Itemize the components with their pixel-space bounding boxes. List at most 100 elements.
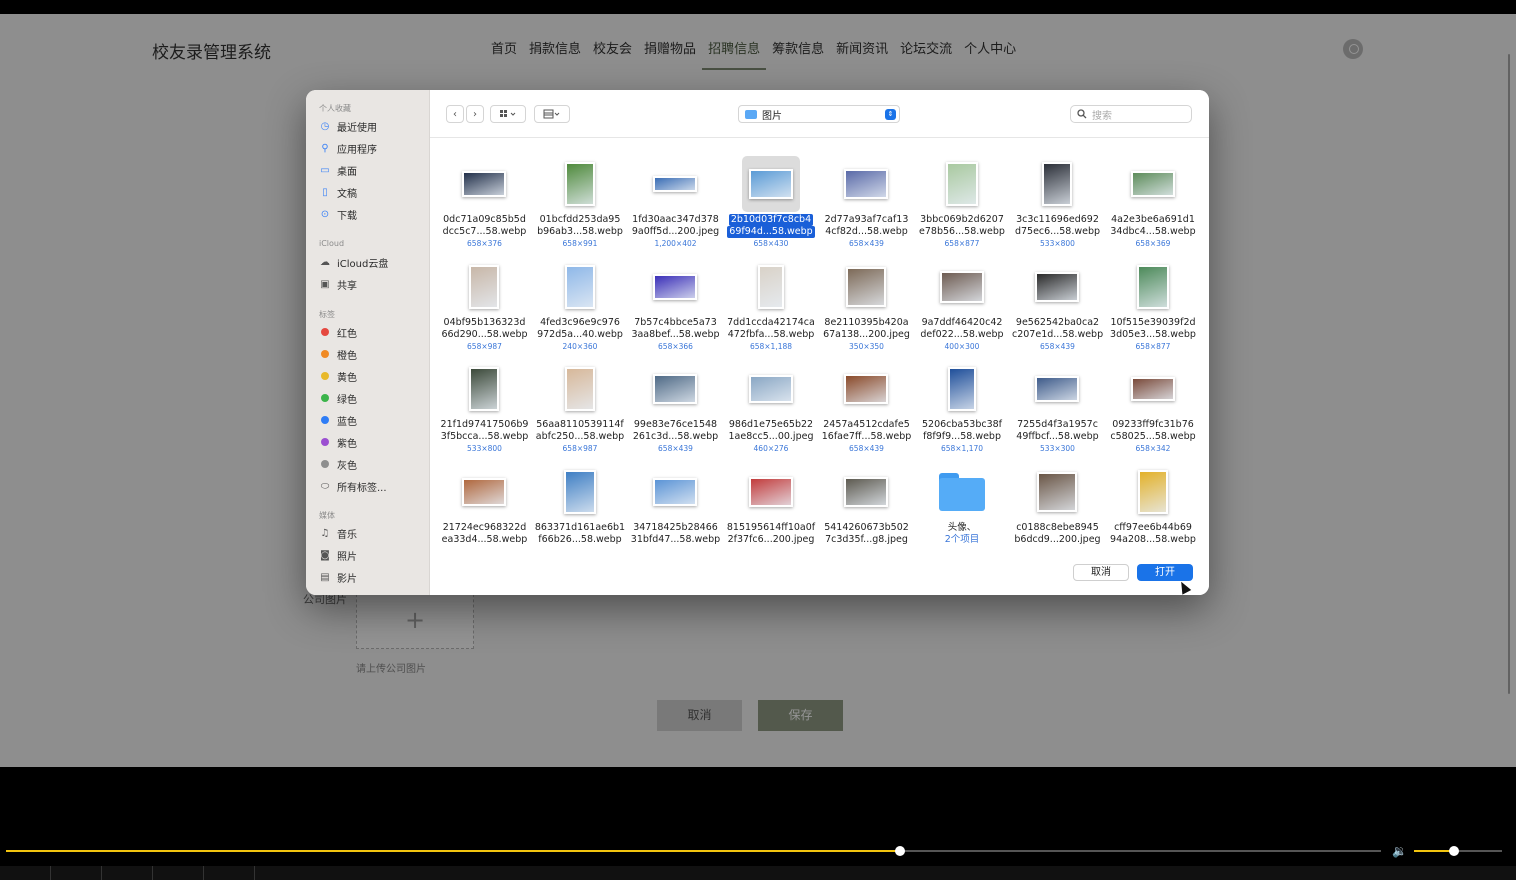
search-field[interactable]: 搜索	[1070, 105, 1192, 123]
file-item[interactable]: 04bf95b136323d 66d290...58.webp 658×987	[437, 241, 532, 351]
image-thumbnail	[653, 477, 697, 506]
volume-slider[interactable]	[1414, 846, 1502, 856]
file-item[interactable]: 1fd30aac347d378 9a0ff5d...200.jpeg 1,200×4…	[628, 138, 723, 248]
sidebar-item[interactable]: 黄色	[319, 367, 357, 385]
location-popup[interactable]: 图片 ⇕	[738, 105, 900, 123]
search-placeholder: 搜索	[1092, 110, 1112, 122]
sidebar-item-label: 文稿	[337, 188, 357, 200]
image-thumbnail	[939, 270, 984, 303]
file-item[interactable]: 9e562542ba0ca2 c207e1d...58.webp 658×439	[1010, 241, 1105, 351]
file-name: 0dc71a09c85b5d dcc5c7...58.webp	[437, 214, 532, 238]
sidebar-item[interactable]: ▯ 文稿	[319, 183, 357, 201]
sidebar-item[interactable]: ♫ 音乐	[319, 524, 357, 542]
file-item[interactable]: 863371d161ae6b1 f66b26...58.webp	[533, 446, 628, 549]
progress-bar[interactable]	[6, 846, 1381, 856]
tag-outline-icon: ⬭	[320, 480, 330, 492]
sidebar-item[interactable]: 绿色	[319, 389, 357, 407]
sidebar-item[interactable]: ▣ 共享	[319, 275, 357, 293]
file-item[interactable]: 56aa8110539114f abfc250...58.webp 658×987	[533, 343, 628, 453]
file-item[interactable]: 7dd1ccda42174ca 472fbfa...58.webp 658×1,18…	[724, 241, 819, 351]
strip-segment	[204, 866, 255, 880]
file-item[interactable]: 5206cba53bc38f f8f9f9...58.webp 658×1,170	[915, 343, 1010, 453]
sidebar-item[interactable]: ⊙ 下载	[319, 205, 357, 223]
file-item[interactable]: 3bbc069b2d6207 e78b56...58.webp 658×877	[915, 138, 1010, 248]
file-item[interactable]: 10f515e39039f2d 3d05e3...58.webp 658×877	[1106, 241, 1201, 351]
tag-dot-icon	[319, 414, 331, 426]
file-item[interactable]: 815195614ff10a0f 2f37fc6...200.jpeg	[724, 446, 819, 549]
player-bottom-strip	[0, 866, 1516, 880]
file-item[interactable]: 5414260673b502 7c3d35f...g8.jpeg	[819, 446, 914, 549]
volume-handle[interactable]	[1448, 846, 1459, 856]
sidebar-item[interactable]: ▭ 桌面	[319, 161, 357, 179]
back-button[interactable]: ‹	[446, 105, 464, 123]
file-item[interactable]: 0dc71a09c85b5d dcc5c7...58.webp 658×376	[437, 138, 532, 248]
sidebar-item[interactable]: 灰色	[319, 455, 357, 473]
file-item[interactable]: 4fed3c96e9c976 972d5a...40.webp 240×360	[533, 241, 628, 351]
file-name-line2: 7c3d35f...g8.jpeg	[825, 533, 908, 545]
file-name-line2: f8f9f9...58.webp	[922, 431, 1001, 442]
sidebar-item[interactable]: ⚲ 应用程序	[319, 139, 377, 157]
file-name: 7b57c4bbce5a73 3aa8bef...58.webp	[628, 317, 723, 341]
file-name-line1: 8e2110395b420a	[824, 316, 909, 328]
file-item[interactable]: 34718425b28466 31bfd47...58.webp	[628, 446, 723, 549]
image-thumbnail	[653, 374, 697, 404]
image-thumbnail	[564, 264, 595, 309]
file-item[interactable]: 7b57c4bbce5a73 3aa8bef...58.webp 658×366	[628, 241, 723, 351]
image-thumbnail	[748, 476, 793, 507]
file-item[interactable]: 2d77a93af7caf13 4cf82d...58.webp 658×439	[819, 138, 914, 248]
file-item[interactable]: 7255d4f3a1957c 49ffbcf...58.webp 533×300	[1010, 343, 1105, 453]
sidebar-section-media: 媒体	[319, 511, 335, 520]
file-item[interactable]: 2457a4512cdafe5 16fae7ff...58.webp 658×439	[819, 343, 914, 453]
sidebar-item-label: 黄色	[337, 372, 357, 384]
file-item[interactable]: 21724ec968322d ea33d4...58.webp	[437, 446, 532, 549]
sidebar-item[interactable]: 橙色	[319, 345, 357, 363]
forward-button[interactable]: ›	[466, 105, 484, 123]
tag-dot-icon	[319, 458, 331, 470]
progress-handle[interactable]	[894, 846, 905, 856]
file-name-line1: 56aa8110539114f	[536, 419, 624, 430]
file-name-line1: 7255d4f3a1957c	[1017, 419, 1098, 430]
folder-icon	[745, 109, 757, 119]
sidebar-item[interactable]: ▤ 影片	[319, 568, 357, 586]
file-item[interactable]: cff97ee6b44b69 94a208...58.webp	[1106, 446, 1201, 549]
file-item[interactable]: 09233ff9fc31b76 c58025...58.webp 658×342	[1106, 343, 1201, 453]
volume-icon[interactable]: 🔉	[1392, 844, 1408, 858]
dialog-cancel-button[interactable]: 取消	[1073, 564, 1129, 581]
file-item[interactable]: 986d1e75e65b22 1ae8cc5...00.jpeg 460×276	[724, 343, 819, 453]
folder-item[interactable]: 头像、 2个项目	[915, 446, 1010, 549]
sidebar-item[interactable]: ◷ 最近使用	[319, 117, 377, 135]
sidebar-section-favorites: 个人收藏	[319, 104, 351, 113]
sidebar-item-label: 灰色	[337, 460, 357, 472]
file-item[interactable]: 9a7ddf46420c42 def022...58.webp 400×300	[915, 241, 1010, 351]
sidebar-item[interactable]: ☁ iCloud云盘	[319, 253, 388, 271]
tag-dot-icon	[319, 326, 331, 338]
file-item[interactable]: c0188c8ebe8945 b6dcd9...200.jpeg	[1010, 446, 1105, 549]
image-thumbnail	[653, 273, 697, 300]
sidebar-item[interactable]: 紫色	[319, 433, 357, 451]
file-name-line1: 7b57c4bbce5a73	[634, 316, 717, 328]
group-button[interactable]	[534, 105, 570, 123]
thumbnail-container	[455, 464, 513, 520]
file-name-line2: 2个项目	[944, 533, 980, 545]
file-item[interactable]: 01bcfdd253da95 b96ab3...58.webp 658×991	[533, 138, 628, 248]
file-item[interactable]: 2b10d03f7c8cb4 69f94d...58.webp 658×430	[724, 138, 819, 248]
file-name-line2: 472fbfa...58.webp	[727, 328, 815, 340]
file-name-line1: 1fd30aac347d378	[632, 214, 719, 225]
sidebar-item[interactable]: ◙ 照片	[319, 546, 357, 564]
file-item[interactable]: 4a2e3be6a691d1 34dbc4...58.webp 658×369	[1106, 138, 1201, 248]
view-mode-button[interactable]	[490, 105, 526, 123]
tag-dot-icon	[319, 370, 331, 382]
sidebar-item-all-tags[interactable]: ⬭ 所有标签...	[319, 477, 387, 495]
file-name-line1: 986d1e75e65b22	[728, 419, 814, 430]
thumbnail-container	[837, 156, 895, 212]
location-label: 图片	[762, 110, 782, 122]
file-item[interactable]: 3c3c11696ed692 d75ec6...58.webp 533×800	[1010, 138, 1105, 248]
file-name-line2: 3f5bcca...58.webp	[440, 431, 529, 442]
file-item[interactable]: 99e83e76ce1548 261c3d...58.webp 658×439	[628, 343, 723, 453]
sidebar-item[interactable]: 红色	[319, 323, 357, 341]
file-name-line1: 10f515e39039f2d	[1110, 316, 1196, 328]
file-item[interactable]: 8e2110395b420a 67a138...200.jpeg 350×350	[819, 241, 914, 351]
file-item[interactable]: 21f1d97417506b9 3f5bcca...58.webp 533×800	[437, 343, 532, 453]
sidebar-item[interactable]: 蓝色	[319, 411, 357, 429]
file-name-line2: 9a0ff5d...200.jpeg	[631, 226, 720, 237]
